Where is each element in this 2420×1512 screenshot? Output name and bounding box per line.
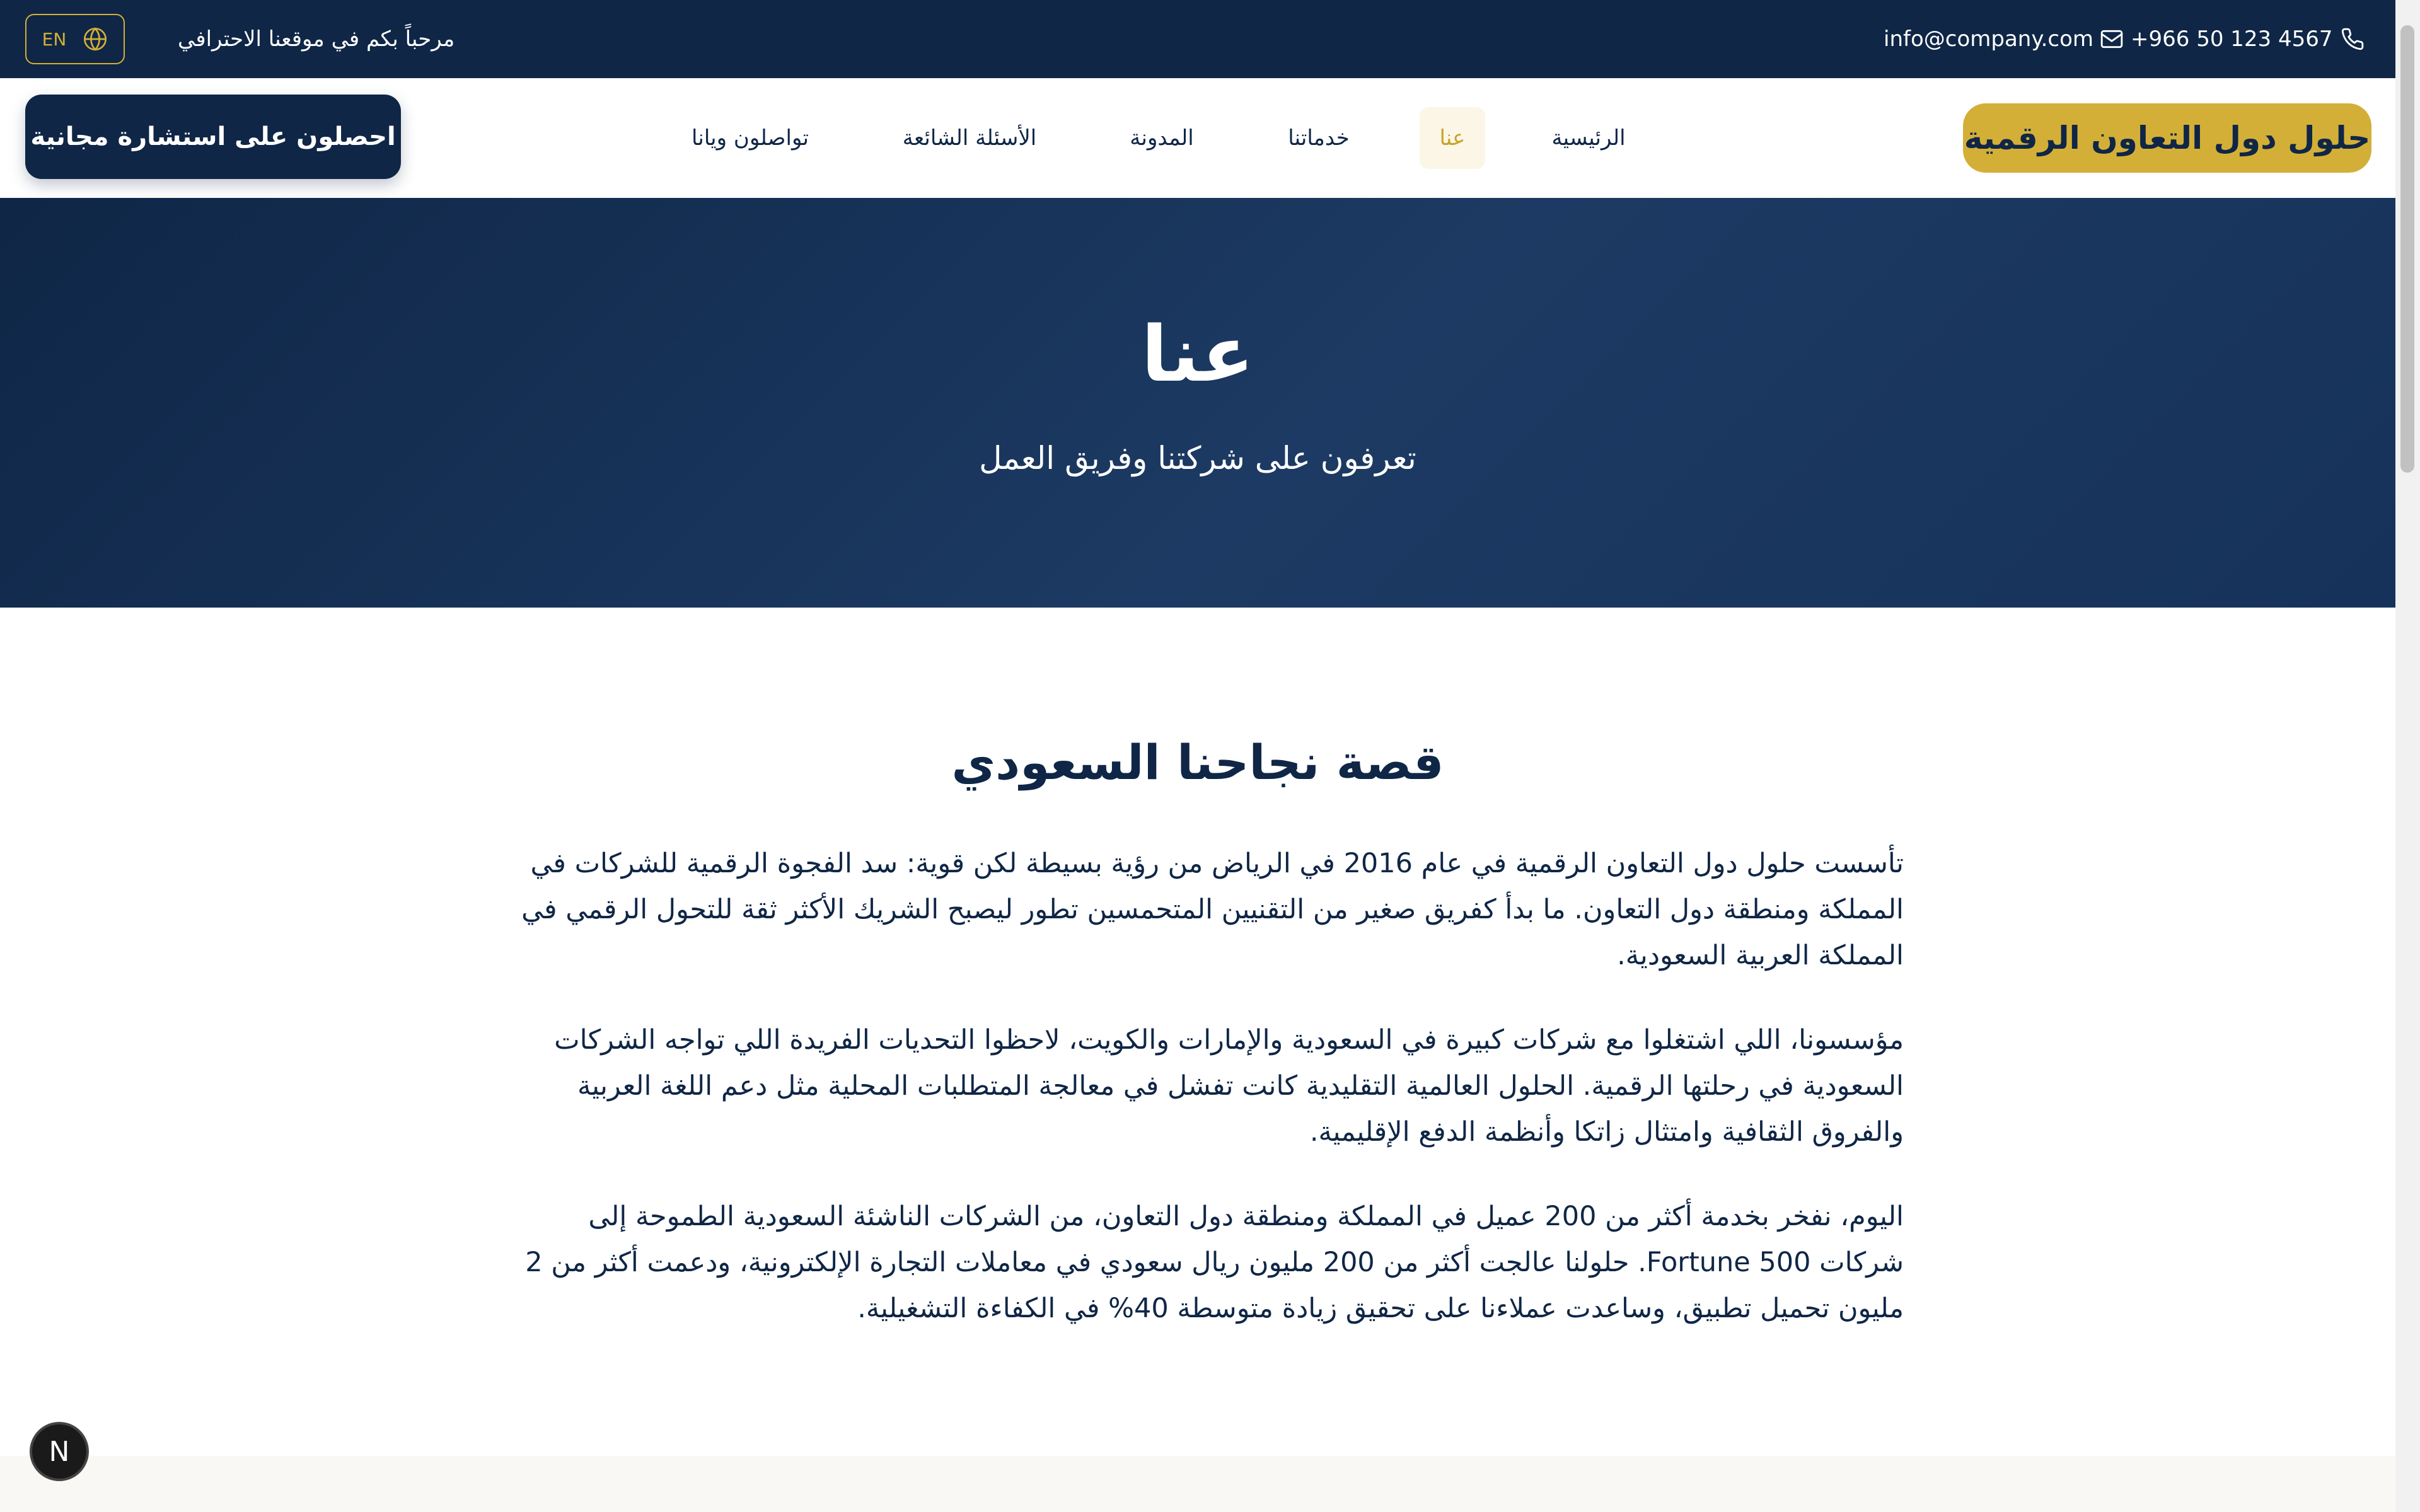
page-scrollbar[interactable] (2395, 0, 2420, 1512)
scrollbar-thumb[interactable] (2400, 25, 2414, 473)
story-heading: قصة نجاحنا السعودي (951, 734, 1444, 790)
story-paragraph: تأسست حلول دول التعاون الرقمية في عام 20… (521, 848, 1904, 971)
top-bar: +966 50 123 4567 info@company.com مرحباً… (0, 0, 2395, 78)
free-consultation-button[interactable]: احصلون على استشارة مجانية (25, 95, 401, 179)
next-section-band (0, 1456, 2395, 1512)
mail-icon (2096, 27, 2124, 51)
brand-logo[interactable]: حلول دول التعاون الرقمية (1963, 103, 2371, 173)
main-header: حلول دول التعاون الرقمية الرئيسية عنا خد… (0, 78, 2395, 199)
nav-about[interactable]: عنا (1420, 107, 1485, 169)
nav-contact[interactable]: تواصلون ويانا (681, 107, 819, 169)
hero-section: عنا تعرفون على شركتنا وفريق العمل (0, 198, 2395, 608)
email-address: info@company.com (1884, 26, 2094, 52)
welcome-message: مرحباً بكم في موقعنا الاحترافي (178, 26, 455, 52)
globe-icon (83, 26, 108, 52)
phone-number: +966 50 123 4567 (2131, 26, 2333, 52)
nav-faq[interactable]: الأسئلة الشائعة (891, 107, 1048, 169)
email-contact[interactable]: info@company.com (1884, 0, 2124, 78)
language-label: EN (42, 28, 67, 50)
nav-home[interactable]: الرئيسية (1538, 107, 1639, 169)
language-toggle-button[interactable]: EN (25, 14, 125, 64)
dev-tools-badge[interactable]: N (30, 1422, 89, 1481)
page-title: عنا (1141, 309, 1254, 399)
nav-services[interactable]: خدماتنا (1273, 107, 1364, 169)
phone-icon (2337, 27, 2365, 51)
phone-contact[interactable]: +966 50 123 4567 (2131, 0, 2365, 78)
page-subtitle: تعرفون على شركتنا وفريق العمل (979, 440, 1416, 476)
nav-blog[interactable]: المدونة (1114, 107, 1209, 169)
story-paragraph: اليوم، نفخر بخدمة أكثر من 200 عميل في ال… (525, 1201, 1904, 1324)
story-paragraph: مؤسسونا، اللي اشتغلوا مع شركات كبيرة في … (554, 1024, 1904, 1148)
